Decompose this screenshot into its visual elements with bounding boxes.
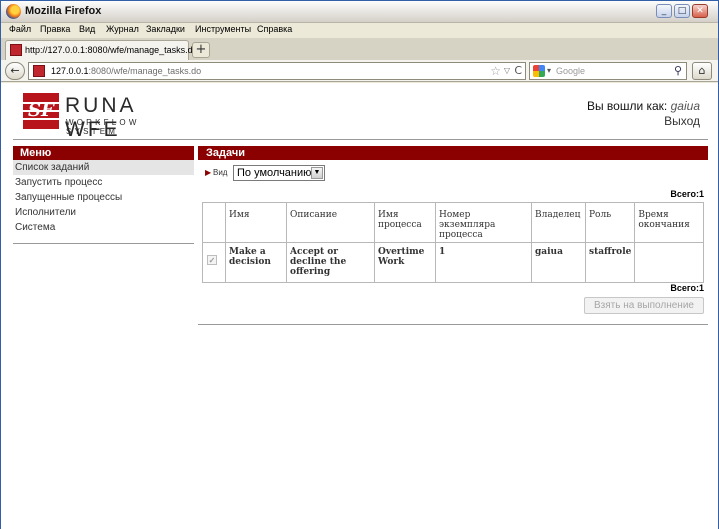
view-select-value: По умолчанию xyxy=(237,167,312,179)
owner-cell: gaiua xyxy=(531,242,586,283)
window-title: Mozilla Firefox xyxy=(25,5,102,17)
bookmark-star-icon[interactable]: ☆ xyxy=(490,64,501,78)
table-row[interactable]: ✓ Make a decision Accept or decline the … xyxy=(202,242,704,283)
sidebar-divider xyxy=(13,243,194,244)
row-checkbox[interactable]: ✓ xyxy=(207,255,217,265)
column-header-select xyxy=(202,202,226,243)
maximize-button[interactable]: □ xyxy=(674,4,690,18)
role-cell: staffrole xyxy=(584,242,636,283)
logged-in-label: Вы вошли как: xyxy=(586,99,668,113)
minimize-button[interactable]: _ xyxy=(656,4,672,18)
column-header-instance-number[interactable]: Номер экземпляра процесса xyxy=(435,202,532,243)
google-icon[interactable] xyxy=(533,65,545,77)
instance-number-cell: 1 xyxy=(435,242,532,283)
tasks-table: Имя Описание Имя процесса Номер экземпля… xyxy=(202,202,704,283)
sidebar-item-start-process[interactable]: Запустить процесс xyxy=(13,175,194,190)
view-label[interactable]: Вид xyxy=(213,168,227,177)
search-placeholder: Google xyxy=(556,66,586,76)
firefox-icon xyxy=(6,4,21,19)
view-select[interactable]: По умолчанию ▼ xyxy=(233,165,325,181)
url-text: 127.0.0.1:8080/wfe/manage_tasks.do xyxy=(51,66,202,76)
total-count-top: Всего:1 xyxy=(670,189,704,199)
tab-title: http://127.0.0.1:8080/wfe/manage_tasks.d… xyxy=(25,45,198,55)
page-content: SF RUNA WFE WORKFLOW SYSTEM Вы вошли как… xyxy=(1,83,718,529)
address-bar[interactable]: 127.0.0.1:8080/wfe/manage_tasks.do ☆ ▽ C xyxy=(28,62,526,80)
runa-favicon-icon xyxy=(10,44,22,56)
browser-window: Mozilla Firefox _ □ ✕ Файл Правка Вид Жу… xyxy=(0,0,719,529)
column-header-role[interactable]: Роль xyxy=(584,202,636,243)
menu-edit[interactable]: Правка xyxy=(40,24,70,34)
tasks-header: Задачи xyxy=(198,146,708,160)
runa-wfe-logo: SF RUNA WFE WORKFLOW SYSTEM xyxy=(23,93,193,141)
back-button[interactable]: ← xyxy=(5,62,25,80)
main-panel: Задачи ▶ Вид По умолчанию ▼ Всего:1 Имя … xyxy=(198,146,708,325)
tab-manage-tasks[interactable]: http://127.0.0.1:8080/wfe/manage_tasks.d… xyxy=(5,40,198,60)
sidebar-header: Меню xyxy=(13,146,194,160)
menu-view[interactable]: Вид xyxy=(79,24,95,34)
close-button[interactable]: ✕ xyxy=(692,4,708,18)
main-divider xyxy=(198,324,708,325)
logout-link[interactable]: Выход xyxy=(664,114,700,128)
menu-bar: Файл Правка Вид Журнал Закладки Инструме… xyxy=(1,23,718,38)
sidebar-item-system[interactable]: Система xyxy=(13,220,194,235)
username: gaiua xyxy=(670,99,700,113)
site-identity-icon[interactable] xyxy=(33,65,45,77)
column-header-description[interactable]: Описание xyxy=(286,202,375,243)
end-time-cell xyxy=(634,242,704,283)
menu-bookmarks[interactable]: Закладки xyxy=(146,24,185,34)
sidebar-item-executors[interactable]: Исполнители xyxy=(13,205,194,220)
row-select-cell: ✓ xyxy=(202,242,226,283)
column-header-process-name[interactable]: Имя процесса xyxy=(374,202,436,243)
home-button[interactable]: ⌂ xyxy=(692,62,712,80)
user-info: Вы вошли как: gaiua xyxy=(587,99,700,113)
sidebar: Меню Список заданий Запустить процесс За… xyxy=(13,146,194,244)
column-header-end-time[interactable]: Время окончания xyxy=(634,202,704,243)
task-name-cell[interactable]: Make a decision xyxy=(225,242,287,283)
chevron-down-icon[interactable]: ▼ xyxy=(311,167,323,179)
column-header-owner[interactable]: Владелец xyxy=(531,202,586,243)
url-dropdown-icon[interactable]: ▽ xyxy=(504,66,510,75)
logo-subtitle: WORKFLOW SYSTEM xyxy=(66,118,140,136)
total-count-bottom: Всего:1 xyxy=(670,283,704,293)
logo-mark: SF xyxy=(23,93,59,129)
menu-history[interactable]: Журнал xyxy=(106,24,139,34)
task-description-cell: Accept or decline the offering xyxy=(286,242,375,283)
new-tab-button[interactable]: + xyxy=(192,42,210,58)
tab-strip: http://127.0.0.1:8080/wfe/manage_tasks.d… xyxy=(1,38,718,60)
table-header-row: Имя Описание Имя процесса Номер экземпля… xyxy=(202,202,704,243)
search-bar[interactable]: ▾ Google ⚲ xyxy=(529,62,687,80)
sidebar-item-running-processes[interactable]: Запущенные процессы xyxy=(13,190,194,205)
sidebar-item-task-list[interactable]: Список заданий xyxy=(13,160,194,175)
navigation-bar: ← 127.0.0.1:8080/wfe/manage_tasks.do ☆ ▽… xyxy=(1,60,718,82)
header-divider xyxy=(13,139,708,140)
column-header-name[interactable]: Имя xyxy=(225,202,287,243)
title-bar: Mozilla Firefox _ □ ✕ xyxy=(1,1,718,23)
menu-help[interactable]: Справка xyxy=(257,24,292,34)
view-expand-arrow-icon[interactable]: ▶ xyxy=(205,168,211,177)
menu-tools[interactable]: Инструменты xyxy=(195,24,251,34)
reload-icon[interactable]: C xyxy=(514,64,522,77)
take-for-execution-button[interactable]: Взять на выполнение xyxy=(584,297,704,314)
process-name-cell: Overtime Work xyxy=(374,242,436,283)
search-engine-dropdown-icon[interactable]: ▾ xyxy=(547,66,551,75)
menu-file[interactable]: Файл xyxy=(9,24,31,34)
search-icon[interactable]: ⚲ xyxy=(674,64,682,77)
